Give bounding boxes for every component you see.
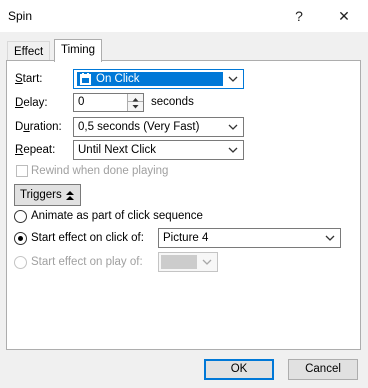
start-on-play-label: Start effect on play of: [31, 256, 143, 268]
start-label: Start: [15, 73, 43, 85]
close-icon: ✕ [338, 8, 350, 24]
tab-effect[interactable]: Effect [7, 41, 51, 61]
delay-value: 0 [78, 96, 85, 108]
start-select[interactable]: On Click [73, 69, 244, 89]
double-chevron-up-icon [66, 191, 74, 200]
triggers-label: Triggers [20, 189, 62, 201]
click-target-dropdown-arrow[interactable] [322, 230, 338, 246]
delay-spinner[interactable]: 0 [73, 93, 144, 112]
repeat-value: Until Next Click [78, 144, 156, 156]
start-dropdown-arrow[interactable] [225, 71, 241, 87]
ok-button[interactable]: OK [204, 359, 274, 380]
duration-label: Duration: [15, 121, 62, 133]
duration-dropdown-arrow[interactable] [225, 119, 241, 135]
chevron-down-icon [325, 235, 335, 241]
tab-timing[interactable]: Timing [54, 39, 103, 62]
chevron-down-icon [228, 147, 238, 153]
repeat-label: Repeat: [15, 144, 56, 156]
duration-value: 0,5 seconds (Very Fast) [78, 121, 200, 133]
delay-decrement-button[interactable] [127, 102, 143, 111]
repeat-select[interactable]: Until Next Click [73, 140, 244, 160]
cancel-button[interactable]: Cancel [288, 359, 358, 380]
clock-icon [80, 73, 91, 85]
start-on-click-label: Start effect on click of: [31, 232, 144, 244]
rewind-label: Rewind when done playing [31, 165, 169, 177]
delay-unit: seconds [151, 96, 194, 108]
chevron-down-icon [202, 259, 212, 265]
close-button[interactable]: ✕ [334, 6, 354, 26]
chevron-down-icon [228, 124, 238, 130]
window-title: Spin [8, 9, 33, 23]
help-icon: ? [295, 8, 303, 24]
click-target-select[interactable]: Picture 4 [158, 228, 341, 248]
animate-sequence-radio[interactable] [14, 210, 27, 223]
triggers-button[interactable]: Triggers [14, 184, 81, 206]
start-on-click-radio[interactable] [14, 232, 27, 245]
repeat-dropdown-arrow[interactable] [225, 142, 241, 158]
delay-label: Delay: [15, 97, 48, 109]
start-on-play-radio[interactable] [14, 256, 27, 269]
chevron-down-icon [228, 76, 238, 82]
help-button[interactable]: ? [289, 6, 309, 26]
duration-select[interactable]: 0,5 seconds (Very Fast) [73, 117, 244, 137]
play-target-select[interactable] [158, 252, 218, 272]
delay-increment-button[interactable] [127, 94, 143, 102]
click-target-value: Picture 4 [163, 232, 209, 244]
play-target-dropdown-arrow[interactable] [199, 254, 215, 270]
triangle-down-icon [132, 105, 139, 109]
title-bar [0, 0, 368, 32]
rewind-checkbox[interactable] [16, 165, 28, 177]
animate-sequence-label: Animate as part of click sequence [31, 210, 203, 222]
start-value: On Click [96, 73, 140, 85]
play-target-placeholder [161, 255, 197, 269]
